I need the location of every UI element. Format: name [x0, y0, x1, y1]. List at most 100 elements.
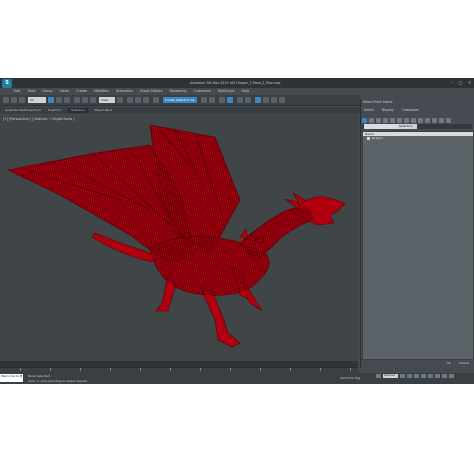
display-invert-icon[interactable]	[439, 117, 444, 123]
schematic-view-icon[interactable]	[245, 97, 251, 103]
app-window: S Autodesk 3ds Max 2015 x64 Dragon_2 Rhe…	[0, 78, 474, 384]
angle-snap-icon[interactable]	[135, 97, 141, 103]
layer-explorer-icon[interactable]	[219, 97, 225, 103]
selection-filter-dropdown[interactable]: All	[28, 97, 46, 103]
window-controls: – □ ✕	[449, 80, 472, 85]
previous-frame-icon[interactable]	[407, 374, 412, 378]
display-helpers-icon[interactable]	[390, 117, 395, 123]
undo-icon[interactable]	[3, 97, 9, 103]
menu-views[interactable]: Views	[60, 88, 70, 94]
maximize-icon[interactable]: □	[458, 80, 463, 85]
title-bar: S Autodesk 3ds Max 2015 x64 Dragon_2 Rhe…	[0, 78, 474, 88]
scene-object-list[interactable]: Name Dragon	[362, 131, 474, 360]
close-icon[interactable]: ✕	[467, 80, 472, 85]
display-none-icon[interactable]	[432, 117, 437, 123]
perspective-viewport[interactable]: [+] [Perspective ] [ Realistic + Edged F…	[0, 115, 358, 366]
select-by-name-icon[interactable]	[56, 97, 62, 103]
select-object-icon[interactable]	[48, 97, 54, 103]
zoom-icon[interactable]	[435, 374, 440, 378]
key-mode-dropdown[interactable]: Selected	[383, 374, 398, 378]
dragon-model[interactable]	[0, 115, 358, 366]
mirror-icon[interactable]	[201, 97, 207, 103]
menu-animation[interactable]: Animation	[116, 88, 133, 94]
link-icon[interactable]	[19, 97, 25, 103]
go-to-start-icon[interactable]	[400, 374, 405, 378]
percent-snap-icon[interactable]	[143, 97, 149, 103]
selection-set-dropdown[interactable]: Selection Set:	[398, 124, 417, 133]
ok-button[interactable]: OK	[446, 361, 450, 365]
menu-modifiers[interactable]: Modifiers	[94, 88, 109, 94]
explorer-menu-customize[interactable]: Customize	[402, 108, 419, 112]
display-xrefs-icon[interactable]	[411, 117, 416, 123]
main-toolbar: All View Create Selection Se	[0, 95, 360, 106]
material-editor-icon[interactable]	[255, 97, 261, 103]
reference-coordinate-dropdown[interactable]: View	[99, 97, 115, 103]
scene-explorer-panel: Select From Scene Select Display Customi…	[360, 99, 474, 368]
sort-icon[interactable]	[446, 117, 451, 123]
menu-edit[interactable]: Edit	[14, 88, 20, 94]
redo-icon[interactable]	[11, 97, 17, 103]
menu-bar: Edit Tools Group Views Create Modifiers …	[14, 88, 249, 94]
menu-group[interactable]: Group	[43, 88, 53, 94]
window-title: Autodesk 3ds Max 2015 x64 Dragon_2 Rhea_…	[190, 81, 281, 85]
scene-explorer-buttons: OK Cancel	[446, 361, 469, 365]
go-to-end-icon[interactable]	[428, 374, 433, 378]
display-cameras-icon[interactable]	[383, 117, 388, 123]
render-setup-icon[interactable]	[263, 97, 269, 103]
list-item-label: Dragon	[372, 136, 384, 140]
menu-graph-editors[interactable]: Graph Editors	[140, 88, 163, 94]
tab-object-paint[interactable]: Object Paint	[94, 108, 112, 113]
minimize-icon[interactable]: –	[449, 80, 454, 85]
edit-named-selection-icon[interactable]	[153, 97, 159, 103]
menu-tools[interactable]: Tools	[27, 88, 35, 94]
menu-create[interactable]: Create	[76, 88, 87, 94]
display-all-icon[interactable]	[425, 117, 430, 123]
menu-help[interactable]: Help	[242, 88, 250, 94]
display-geometry-icon[interactable]	[362, 117, 367, 123]
scene-explorer-menu: Select Display Customize	[364, 108, 418, 112]
app-logo-icon[interactable]: S	[2, 79, 12, 88]
tab-freeform[interactable]: Freeform	[48, 108, 61, 113]
snap-icon[interactable]	[127, 97, 133, 103]
display-spacewarps-icon[interactable]	[397, 117, 402, 123]
rendered-frame-window-icon[interactable]	[271, 97, 277, 103]
curve-editor-icon[interactable]	[237, 97, 243, 103]
list-item[interactable]: Dragon	[363, 136, 473, 140]
pan-icon[interactable]	[449, 374, 454, 378]
tab-graphite-modeling-tools[interactable]: Graphite Modeling Tools	[5, 108, 41, 113]
graphite-toggle-icon[interactable]	[227, 97, 233, 103]
explorer-menu-display[interactable]: Display	[382, 108, 394, 112]
rectangle-selection-icon[interactable]	[64, 97, 70, 103]
animation-controls: Selected	[376, 374, 454, 378]
selection-status: None Selected	[28, 374, 50, 378]
render-production-icon[interactable]	[279, 97, 285, 103]
status-bar: Welcome to M None Selected Click or clic…	[0, 373, 474, 384]
pivot-icon[interactable]	[117, 97, 123, 103]
tab-selection[interactable]: Selection	[68, 108, 88, 113]
display-lights-icon[interactable]	[376, 117, 381, 123]
display-shapes-icon[interactable]	[369, 117, 374, 123]
scene-explorer-title: Select From Scene	[363, 100, 393, 104]
named-selection-set-dropdown[interactable]: Create Selection Se	[163, 97, 197, 103]
cancel-button[interactable]: Cancel	[459, 361, 469, 365]
menu-maxscript[interactable]: MAXScript	[218, 88, 235, 94]
add-time-tag-button[interactable]: Add Time Tag	[340, 376, 360, 380]
menu-customize[interactable]: Customize	[193, 88, 210, 94]
explorer-menu-select[interactable]: Select	[364, 108, 374, 112]
play-icon[interactable]	[414, 374, 419, 378]
display-groups-icon[interactable]	[404, 117, 409, 123]
display-bones-icon[interactable]	[418, 117, 423, 123]
scene-explorer-toolbar	[362, 116, 472, 124]
maxscript-listener[interactable]: Welcome to M	[0, 374, 23, 382]
rotate-icon[interactable]	[82, 97, 88, 103]
geometry-icon	[367, 136, 370, 140]
next-frame-icon[interactable]	[421, 374, 426, 378]
move-icon[interactable]	[74, 97, 80, 103]
menu-rendering[interactable]: Rendering	[170, 88, 187, 94]
ribbon-tabs: Graphite Modeling Tools Freeform Selecti…	[0, 107, 360, 114]
scale-icon[interactable]	[90, 97, 96, 103]
orbit-icon[interactable]	[442, 374, 447, 378]
align-icon[interactable]	[209, 97, 215, 103]
auto-key-icon[interactable]	[376, 374, 381, 378]
scene-explorer-search-bar: Selection Set:	[362, 124, 472, 133]
